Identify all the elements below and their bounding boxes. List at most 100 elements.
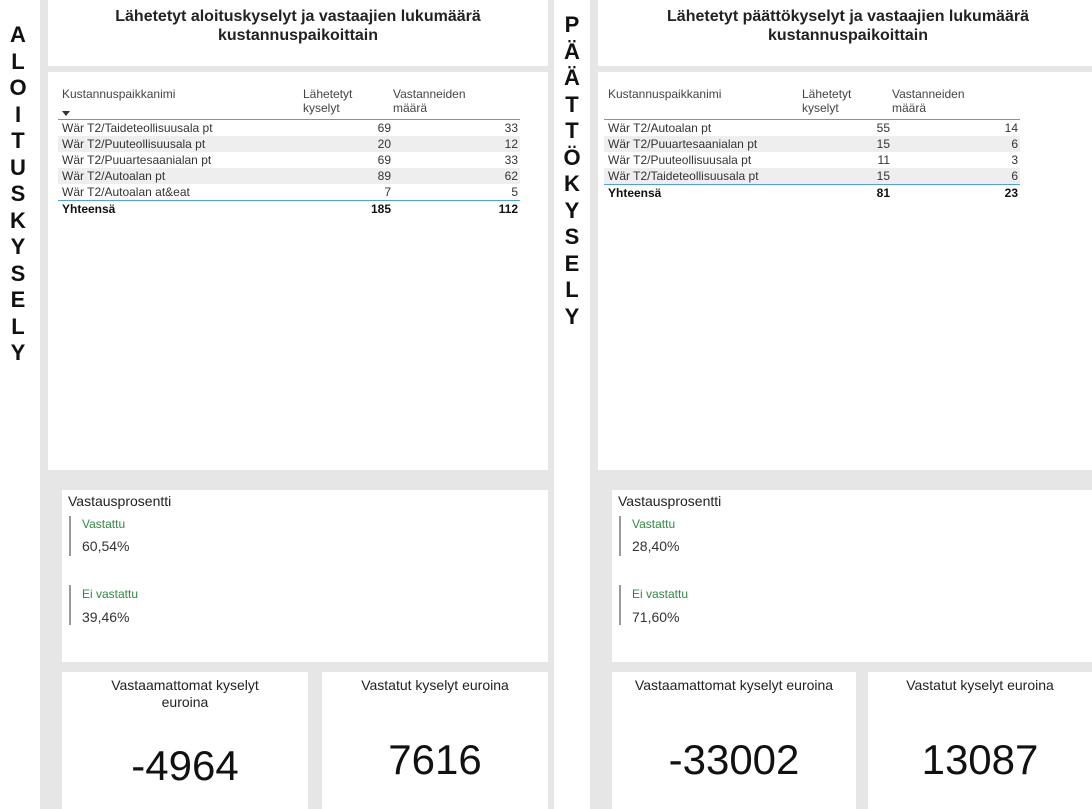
vertical-letter: Ä (564, 65, 580, 90)
cell-answered: 3 (1011, 153, 1018, 167)
total-label: Yhteensä (58, 200, 303, 217)
table-header: Kustannuspaikkanimi Lähetetyt kyselyt Va… (604, 87, 1020, 120)
table-row[interactable]: Wär T2/Taideteollisuusala pt 69 33 (58, 119, 520, 136)
right-title-line2: kustannuspaikoittain (767, 27, 929, 44)
left-response-card: Vastausprosentti Vastattu 60,54% Ei vast… (62, 490, 548, 662)
right-data-table: Kustannuspaikkanimi Lähetetyt kyselyt Va… (604, 87, 1020, 201)
answered-value: 28,40% (632, 538, 680, 554)
answered-value: 60,54% (82, 538, 130, 554)
right-response-card: Vastausprosentti Vastattu 28,40% Ei vast… (612, 490, 1092, 662)
col-header-answered[interactable]: Vastanneiden määrä (892, 87, 1020, 120)
unanswered-eur-value: -4964 (131, 742, 239, 789)
vertical-letter: S (10, 260, 26, 286)
cell-answered: 12 (393, 136, 520, 152)
left-title: Lähetetyt aloituskyselyt ja vastaajien l… (48, 7, 548, 45)
cell-name: Wär T2/Puuartesaanialan pt (62, 153, 212, 167)
vertical-letter: U (10, 154, 26, 180)
left-unanswered-eur-card: Vastaamattomat kyselyt euroina -4964 (62, 672, 308, 809)
response-title: Vastausprosentti (68, 493, 172, 509)
col-header-sent-line1: Lähetetyt (802, 87, 852, 101)
cell-answered: 14 (892, 119, 1020, 136)
unanswered-eur-title: Vastaamattomat kyselyt euroina (62, 677, 308, 711)
col-header-sent[interactable]: Lähetetyt kyselyt (802, 87, 892, 120)
right-unanswered-eur-card: Vastaamattomat kyselyt euroina -33002 (612, 672, 856, 809)
vertical-letter: L (11, 313, 25, 339)
cell-sent: 20 (303, 136, 393, 152)
vertical-letter: Y (10, 340, 26, 365)
right-title-line1: Lähetetyt päättökyselyt ja vastaajien lu… (667, 8, 1029, 25)
cell-name: Wär T2/Autoalan at&eat (62, 185, 190, 199)
left-title-line2: kustannuspaikoittain (217, 27, 379, 44)
table-row[interactable]: Wär T2/Puuartesaanialan pt 69 33 (58, 152, 520, 168)
vertical-letter: I (14, 101, 22, 127)
unanswered-eur-title: Vastaamattomat kyselyt euroina (634, 677, 834, 693)
table-row[interactable]: Wär T2/Autoalan pt 55 14 (604, 119, 1020, 136)
col-header-name[interactable]: Kustannuspaikkanimi (58, 87, 303, 120)
table-row[interactable]: Wär T2/Puuteollisuusala pt 11 3 (604, 152, 1020, 168)
left-table-card: Kustannuspaikkanimi Lähetetyt kyselyt Va… (48, 72, 548, 470)
vertical-letter: A (10, 22, 26, 47)
right-table-card: Kustannuspaikkanimi Lähetetyt kyselyt Va… (598, 72, 1092, 470)
vertical-letter: T (565, 118, 579, 143)
not-answered-label: Ei vastattu (82, 587, 139, 601)
cell-answered: 6 (892, 136, 1020, 152)
cell-name: Wär T2/Autoalan pt (58, 168, 303, 184)
left-vertical-label: ALOITUSKYSELY (8, 22, 28, 367)
vertical-letter: K (10, 207, 26, 233)
answered-label: Vastattu (632, 517, 676, 531)
vertical-letter: Ä (564, 38, 580, 64)
col-header-sent[interactable]: Lähetetyt kyselyt (303, 87, 393, 120)
col-header-answered[interactable]: Vastanneiden määrä (393, 87, 520, 120)
vertical-letter: Y (564, 303, 580, 329)
answered-eur-title: Vastatut kyselyt euroina (906, 677, 1054, 693)
cell-sent: 15 (802, 168, 892, 185)
unanswered-eur-title-line2: euroina (161, 694, 209, 710)
table-row[interactable]: Wär T2/Taideteollisuusala pt 15 6 (604, 168, 1020, 185)
unanswered-eur-value: -33002 (668, 736, 800, 783)
cell-answered: 62 (393, 168, 520, 184)
right-title: Lähetetyt päättökyselyt ja vastaajien lu… (598, 7, 1092, 45)
col-header-answered-line1: Vastanneiden (892, 87, 965, 101)
table-total-row: Yhteensä 81 23 (604, 184, 1020, 201)
cell-answered: 33 (393, 119, 520, 136)
cell-answered: 6 (892, 168, 1020, 185)
right-answered-eur-card: Vastatut kyselyt euroina 13087 (868, 672, 1092, 809)
cell-sent: 89 (303, 168, 393, 184)
table-row[interactable]: Wär T2/Puuteollisuusala pt 20 12 (58, 136, 520, 152)
vertical-letter: E (564, 250, 580, 276)
cell-name: Wär T2/Autoalan pt (604, 119, 802, 136)
table-row[interactable]: Wär T2/Autoalan at&eat 7 5 (58, 184, 520, 201)
table-total-row: Yhteensä 185 112 (58, 200, 520, 217)
cell-name: Wär T2/Puuartesaanialan pt (604, 136, 802, 152)
col-header-answered-line1: Vastanneiden (393, 87, 466, 101)
vertical-letter: Ö (563, 144, 581, 170)
cell-sent: 55 (802, 119, 892, 136)
kpi-divider (69, 516, 71, 556)
total-sent: 81 (802, 184, 892, 201)
answered-eur-value: 7616 (388, 736, 482, 783)
cell-answered: 33 (504, 153, 518, 167)
vertical-letter: T (11, 128, 25, 153)
cell-name: Wär T2/Taideteollisuusala pt (58, 119, 303, 136)
left-data-table: Kustannuspaikkanimi Lähetetyt kyselyt Va… (58, 87, 520, 217)
col-header-name-label: Kustannuspaikkanimi (608, 87, 722, 101)
col-header-name-label: Kustannuspaikkanimi (62, 87, 176, 101)
cell-sent: 69 (377, 153, 391, 167)
vertical-letter: T (565, 91, 579, 117)
total-sent: 185 (303, 200, 393, 217)
table-header: Kustannuspaikkanimi Lähetetyt kyselyt Va… (58, 87, 520, 120)
col-header-sent-line2: kyselyt (802, 101, 839, 115)
table-row[interactable]: Wär T2/Puuartesaanialan pt 15 6 (604, 136, 1020, 152)
answered-eur-value: 13087 (921, 736, 1039, 783)
kpi-divider (69, 585, 71, 625)
col-header-sent-line2: kyselyt (303, 101, 340, 115)
left-answered-eur-card: Vastatut kyselyt euroina 7616 (322, 672, 548, 809)
table-row[interactable]: Wär T2/Autoalan pt 89 62 (58, 168, 520, 184)
vertical-letter: E (10, 287, 26, 312)
col-header-name[interactable]: Kustannuspaikkanimi (604, 87, 802, 120)
sort-desc-icon[interactable] (62, 111, 70, 116)
not-answered-label: Ei vastattu (632, 587, 689, 601)
vertical-letter: Y (564, 197, 580, 223)
cell-sent: 15 (802, 136, 892, 152)
left-title-card: Lähetetyt aloituskyselyt ja vastaajien l… (48, 0, 548, 66)
